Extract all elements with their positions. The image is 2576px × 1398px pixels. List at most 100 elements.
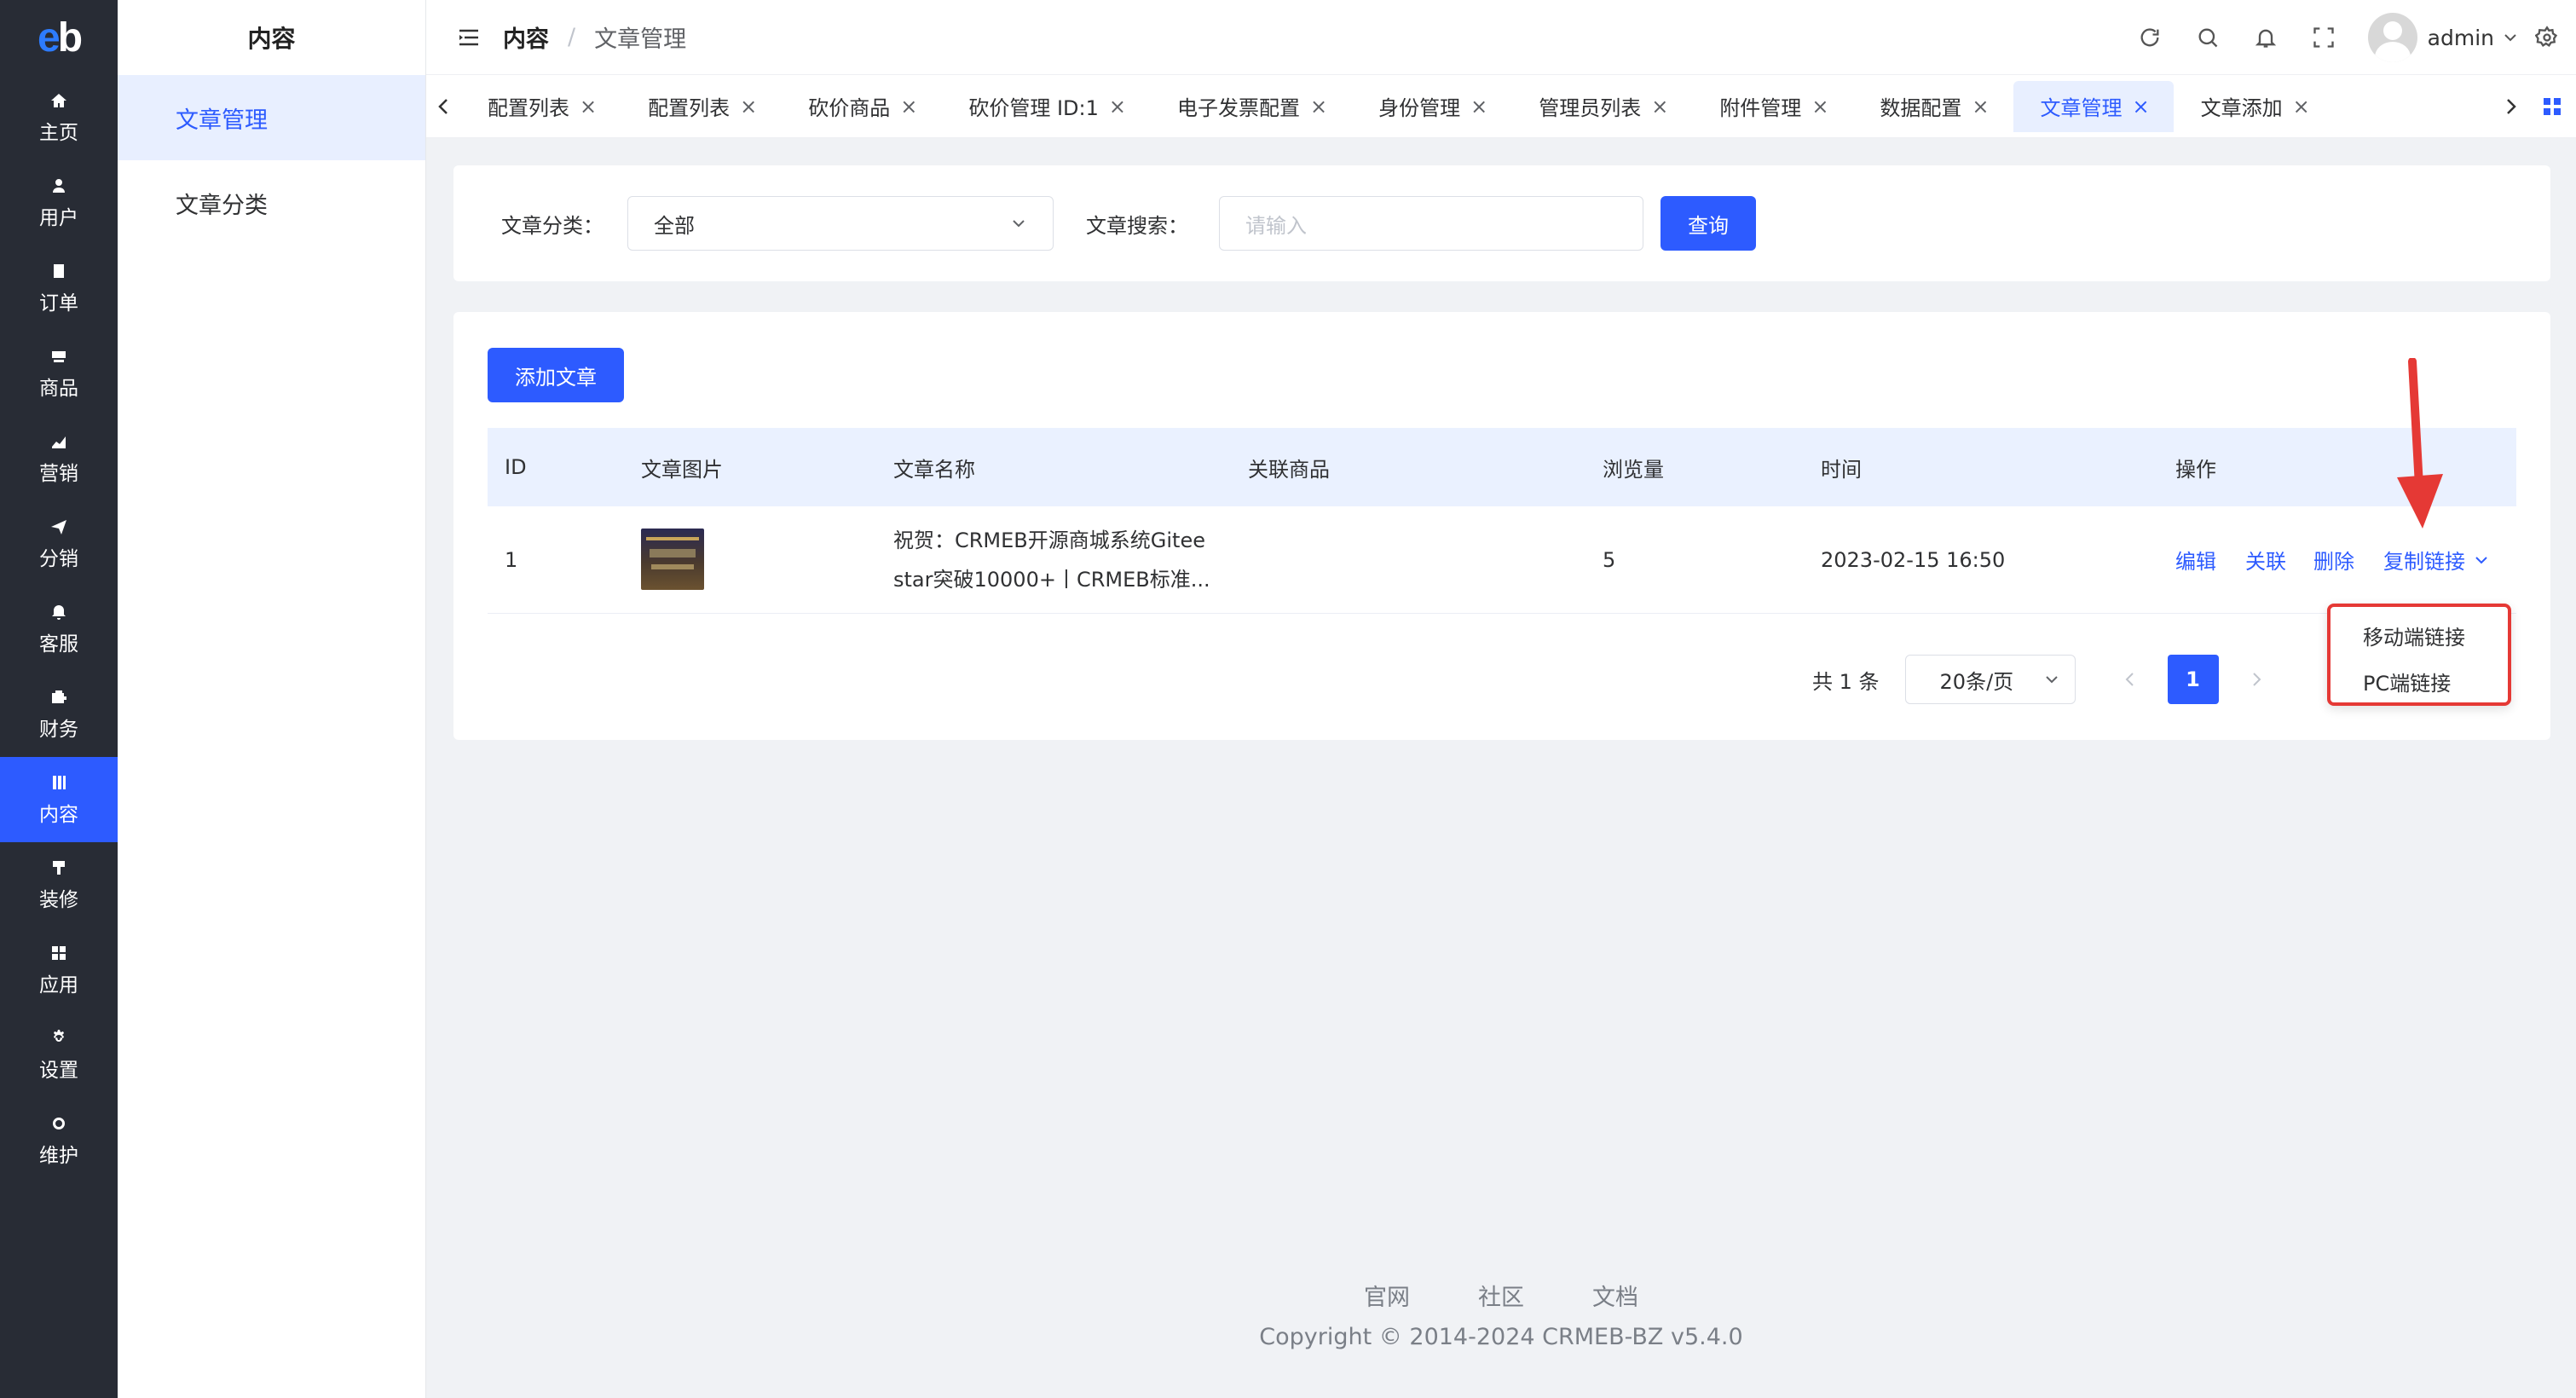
copy-link-dropdown[interactable]: 复制链接 (2383, 545, 2489, 575)
close-icon[interactable]: × (1310, 95, 1327, 118)
rail-item-finance[interactable]: 财务 (0, 672, 118, 757)
chevron-down-icon (2045, 676, 2058, 684)
page-number-current[interactable]: 1 (2167, 655, 2219, 704)
rail-item-settings[interactable]: 设置 (0, 1013, 118, 1098)
tab-item[interactable]: 砍价管理 ID:1 × (941, 81, 1150, 132)
rail-item-user[interactable]: 用户 (0, 160, 118, 246)
edit-link[interactable]: 编辑 (2175, 545, 2216, 575)
chevron-left-icon[interactable] (426, 75, 460, 137)
username[interactable]: admin (2428, 26, 2494, 50)
logo[interactable]: eb (0, 0, 118, 75)
associate-link[interactable]: 关联 (2245, 545, 2286, 575)
bell-icon[interactable] (2237, 0, 2295, 75)
close-icon[interactable]: × (1811, 95, 1828, 118)
tab-item[interactable]: 电子发票配置 × (1150, 81, 1351, 132)
tab-item[interactable]: 管理员列表 × (1511, 81, 1692, 132)
menu-item-mobile-link[interactable]: 移动端链接 (2331, 612, 2508, 658)
page-size-select[interactable]: 20条/页 (1904, 655, 2076, 704)
close-icon[interactable]: × (1470, 95, 1487, 118)
breadcrumb-item[interactable]: 内容 (503, 20, 549, 54)
article-title-line: 祝贺：CRMEB开源商城系统Gitee (893, 528, 1205, 552)
rail-item-apps[interactable]: 应用 (0, 927, 118, 1013)
main-nav-rail: eb 主页用户订单商品营销 分销客服财务 内容 装修应用设置维护 (0, 0, 118, 1398)
rail-item-product[interactable]: 商品 (0, 331, 118, 416)
prev-page-icon[interactable] (2113, 671, 2147, 688)
category-select[interactable]: 全部 (627, 196, 1054, 251)
rail-item-distribution[interactable]: 分销 (0, 501, 118, 586)
fullscreen-icon[interactable] (2295, 0, 2353, 75)
column-header-actions: 操作 (2175, 457, 2216, 482)
footer-link-official-site[interactable]: 官网 (1364, 1279, 1410, 1312)
home-icon (49, 90, 69, 111)
tab-item[interactable]: 配置列表 × (460, 81, 621, 132)
avatar[interactable] (2367, 13, 2417, 62)
sub-menu-article-manage[interactable]: 文章管理 (118, 75, 425, 160)
tab-label: 文章管理 (2040, 96, 2123, 120)
tab-item[interactable]: 数据配置 × (1852, 81, 2013, 132)
rail-item-service[interactable]: 客服 (0, 586, 118, 672)
close-icon[interactable]: × (580, 95, 597, 118)
close-icon[interactable]: × (1109, 95, 1126, 118)
add-article-button[interactable]: 添加文章 (488, 348, 624, 402)
tab-label: 身份管理 (1378, 96, 1461, 120)
gear-icon[interactable] (2518, 0, 2576, 75)
refresh-icon[interactable] (2121, 0, 2179, 75)
category-select-value: 全部 (654, 213, 695, 238)
close-icon[interactable]: × (1651, 95, 1668, 118)
tab-label: 砍价商品 (808, 96, 891, 120)
rail-item-label: 商品 (39, 378, 78, 400)
close-icon[interactable]: × (900, 95, 917, 118)
rail-item-maintenance[interactable]: 维护 (0, 1098, 118, 1183)
search-input[interactable]: 请输入 (1219, 196, 1643, 251)
tab-item[interactable]: 文章管理 × (2013, 80, 2174, 132)
tab-item[interactable]: 砍价商品 × (781, 81, 941, 132)
rail-item-order[interactable]: 订单 (0, 246, 118, 331)
close-icon[interactable]: × (2293, 95, 2310, 118)
pagination-total: 共 1 条 (1812, 669, 1880, 694)
rail-item-label: 客服 (39, 633, 78, 656)
product-icon (49, 346, 69, 367)
chevron-down-icon (2475, 556, 2487, 563)
close-icon[interactable]: × (1972, 95, 1989, 118)
content-icon (49, 772, 69, 793)
sub-menu-article-category[interactable]: 文章分类 (118, 160, 425, 246)
row-time: 2023-02-15 16:50 (1821, 547, 2006, 572)
tab-item[interactable]: 附件管理 × (1692, 81, 1852, 132)
grid-icon[interactable] (2528, 75, 2576, 137)
sub-sidebar-title: 内容 (247, 25, 296, 53)
tab-label: 配置列表 (648, 96, 731, 120)
chevron-down-icon[interactable] (2503, 30, 2518, 45)
menu-collapse-icon[interactable] (452, 20, 486, 55)
tab-item[interactable]: 配置列表 × (621, 81, 781, 132)
menu-item-pc-link[interactable]: PC端链接 (2331, 658, 2508, 704)
article-thumbnail[interactable] (641, 529, 704, 590)
footer-link-docs[interactable]: 文档 (1592, 1279, 1638, 1312)
pagination: 共 1 条 20条/页 1 (1812, 655, 2273, 704)
tab-item[interactable]: 身份管理 × (1351, 81, 1511, 132)
rail-item-label: 应用 (39, 974, 78, 997)
chevron-right-icon[interactable] (2494, 75, 2528, 137)
rail-item-home[interactable]: 主页 (0, 75, 118, 160)
tab-label: 砍价管理 ID:1 (968, 96, 1099, 120)
page-footer: 官网 社区 文档 Copyright © 2014-2024 CRMEB-BZ … (426, 1279, 2576, 1350)
rail-item-marketing[interactable]: 营销 (0, 416, 118, 501)
delete-link[interactable]: 删除 (2313, 545, 2354, 575)
close-icon[interactable]: × (740, 95, 757, 118)
rail-item-label: 设置 (39, 1060, 78, 1082)
rail-item-label: 用户 (39, 207, 78, 229)
column-header-views: 浏览量 (1603, 457, 1664, 482)
query-button[interactable]: 查询 (1661, 196, 1756, 251)
sub-menu-label: 文章分类 (176, 192, 268, 219)
thumbnail-block (650, 549, 696, 557)
tab-item[interactable]: 文章添加 × (2174, 81, 2334, 132)
chevron-down-icon (1013, 220, 1025, 228)
category-label: 文章分类： (501, 213, 604, 238)
column-header-time: 时间 (1821, 457, 1862, 482)
rail-item-decoration[interactable]: 装修 (0, 842, 118, 927)
header-tools: admin (2121, 0, 2576, 75)
footer-link-community[interactable]: 社区 (1478, 1279, 1524, 1312)
close-icon[interactable]: × (2133, 95, 2150, 118)
rail-item-content[interactable]: 内容 (0, 757, 118, 842)
search-icon[interactable] (2179, 0, 2237, 75)
next-page-icon[interactable] (2239, 671, 2273, 688)
